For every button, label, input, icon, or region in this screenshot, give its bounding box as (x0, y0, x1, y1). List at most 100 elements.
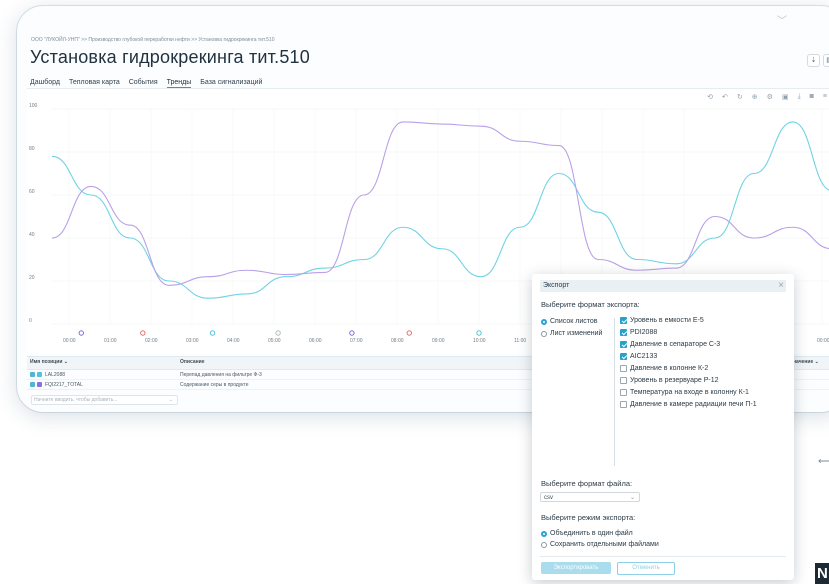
modal-title: Экспорт (543, 282, 570, 289)
checkbox[interactable] (620, 353, 627, 360)
y-tick-label: 100 (29, 103, 38, 109)
y-tick-label: 0 (29, 318, 32, 324)
y-tick-label: 60 (29, 189, 35, 195)
x-tick-label: 04:00 (227, 338, 240, 344)
format-option-label: Лист изменений (550, 330, 603, 337)
description-cell: Содержание серы в продукте (180, 382, 249, 388)
y-tick-label: 80 (29, 146, 35, 152)
event-marker (209, 330, 216, 336)
sheet-label: Уровень в резервуаре Р-12 (630, 377, 719, 384)
format-option-label: Список листов (550, 318, 598, 325)
modal-divider (614, 318, 615, 466)
y-tick-label: 20 (29, 275, 35, 281)
chevron-down-icon[interactable]: ⌄ (169, 396, 173, 404)
x-tick-label: 08:00 (391, 338, 404, 344)
sheet-option[interactable]: Температура на входе в колонну К-1 (620, 389, 749, 396)
series-line-1 (51, 121, 829, 286)
position-name: LAL2088 (45, 372, 66, 378)
mode-option-label: Объединить в один файл (550, 530, 633, 537)
radio-button[interactable] (541, 330, 547, 337)
file-format-value: csv (544, 495, 553, 501)
row-checkbox[interactable] (30, 382, 35, 388)
sheet-option[interactable]: AIC2133 (620, 353, 657, 360)
x-tick-label: 00:00 (63, 338, 76, 344)
download-icon[interactable]: ⇣ (807, 54, 820, 67)
event-marker (275, 330, 281, 336)
format-option-change-sheet[interactable]: Лист изменений (541, 330, 602, 337)
event-marker (140, 330, 146, 336)
x-tick-label: 01:00 (104, 338, 117, 344)
page-title: Установка гидрокрекинга тит.510 (30, 47, 310, 67)
x-tick-label: 02:00 (145, 338, 158, 344)
export-button[interactable]: Экспортировать (541, 562, 611, 574)
x-tick-label: 07:00 (350, 338, 363, 344)
sheet-label: Давление в камере радиации печи П-1 (630, 401, 757, 408)
event-marker (406, 330, 412, 336)
modal-footer-divider (540, 556, 786, 557)
sheet-option[interactable]: Давление в камере радиации печи П-1 (620, 401, 757, 408)
sheet-option[interactable]: Давление в сепараторе С-3 (620, 341, 720, 348)
checkbox[interactable] (620, 317, 627, 324)
radio-button[interactable] (541, 541, 547, 548)
checkbox[interactable] (620, 341, 627, 348)
mode-option-label: Сохранить отдельными файлами (550, 541, 659, 548)
modal-header: Экспорт × (540, 280, 786, 292)
window-notch-icon: ﹀ (777, 16, 787, 27)
sheet-option[interactable]: PDI2088 (620, 329, 657, 336)
x-tick-label: 03:00 (186, 338, 199, 344)
sheet-label: Давление в сепараторе С-3 (630, 341, 721, 348)
checkbox[interactable] (620, 365, 627, 372)
print-icon[interactable]: ▤ (823, 54, 829, 67)
x-tick-label: 09:00 (432, 338, 445, 344)
position-cell: LAL2088 (30, 372, 65, 378)
tab-alarm-base[interactable]: База сигнализаций (200, 79, 262, 88)
format-option-sheet-list[interactable]: Список листов (541, 318, 597, 325)
checkbox[interactable] (620, 377, 627, 384)
tab-events[interactable]: События (129, 79, 158, 88)
x-tick-label: 06:00 (309, 338, 322, 344)
add-position-input[interactable]: Начните вводить, чтобы добавить... ⌄ (31, 395, 178, 405)
description-cell: Перепад давления на фильтре Ф-3 (180, 372, 262, 378)
breadcrumb[interactable]: ООО "ЛУКОЙЛ-УНП" >> Производство глубоко… (31, 37, 274, 43)
x-tick-label: 05:00 (268, 338, 281, 344)
mode-option-separate[interactable]: Сохранить отдельными файлами (541, 541, 659, 548)
mode-option-merge[interactable]: Объединить в один файл (541, 530, 633, 537)
checkbox[interactable] (620, 389, 627, 396)
checkbox[interactable] (620, 401, 627, 408)
x-tick-label: 11:00 (514, 338, 526, 344)
col-position-name[interactable]: Имя позиции ⌄ (30, 359, 68, 365)
sheet-option[interactable]: Уровень в емкости Е-5 (620, 317, 704, 324)
arrow-left-icon: ⟵ (818, 456, 829, 467)
radio-button[interactable] (541, 318, 547, 325)
event-marker (476, 330, 482, 336)
file-format-label: Выберите формат файла: (541, 479, 633, 488)
tab-heatmap[interactable]: Тепловая карта (69, 79, 120, 88)
tab-dashboard[interactable]: Дашборд (30, 79, 60, 88)
export-mode-label: Выберите режим экспорта: (541, 513, 636, 522)
checkbox[interactable] (620, 329, 627, 336)
sheet-option[interactable]: Давление в колонне К-2 (620, 365, 708, 372)
sheet-option[interactable]: Уровень в резервуаре Р-12 (620, 377, 719, 384)
chevron-down-icon[interactable]: ⌄ (630, 493, 635, 503)
x-tick-label: 10:00 (473, 338, 486, 344)
corner-logo: N (815, 563, 829, 584)
tab-trends[interactable]: Тренды (166, 79, 192, 88)
position-name: FQI2217_TOTAL (45, 382, 83, 388)
series-color-swatch (37, 372, 42, 378)
export-format-label: Выберите формат экспорта: (541, 300, 640, 309)
close-icon[interactable]: × (778, 280, 784, 291)
position-cell: FQI2217_TOTAL (30, 382, 83, 388)
add-position-placeholder: Начните вводить, чтобы добавить... (34, 397, 118, 403)
sheet-label: Давление в колонне К-2 (630, 365, 709, 372)
file-format-select[interactable]: csv ⌄ (540, 492, 640, 502)
x-tick-label: 00:00 (817, 338, 829, 344)
col-description: Описание (180, 359, 205, 365)
sheet-label: Уровень в емкости Е-5 (630, 317, 704, 324)
row-checkbox[interactable] (30, 372, 35, 378)
sheet-label: Температура на входе в колонну К-1 (630, 389, 749, 396)
cancel-button[interactable]: Отменить (617, 562, 675, 575)
event-marker (78, 330, 84, 336)
event-marker (349, 330, 355, 336)
radio-button[interactable] (541, 530, 547, 537)
sheet-label: AIC2133 (630, 353, 658, 360)
